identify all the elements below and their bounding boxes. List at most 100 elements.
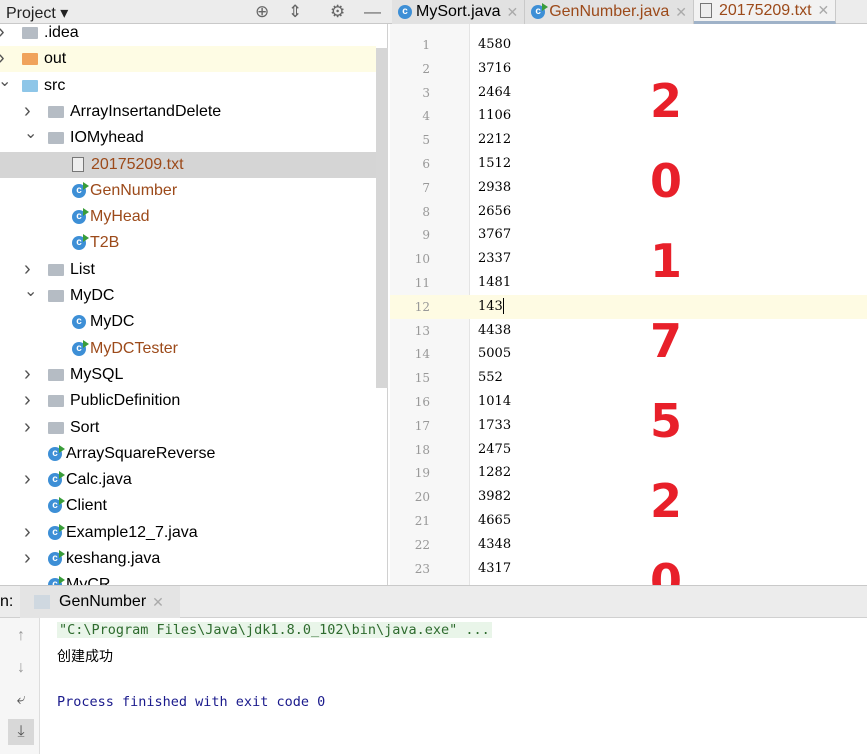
editor-line[interactable]: 7 2938	[390, 176, 867, 200]
editor[interactable]: 1 4580 2 3716 3 2464 4 1106 5 2212 6 1512 7 2938 8 2656…	[390, 24, 867, 585]
editor-line[interactable]: 14 5005	[390, 342, 867, 366]
up-arrow-icon[interactable]: ↑	[8, 623, 34, 649]
tree-item-label: Sort	[70, 418, 100, 436]
console-line: 创建成功	[57, 649, 113, 665]
chevron-right-icon[interactable]: ›	[24, 547, 31, 570]
tree-item[interactable]: c ArraySquareReverse	[0, 441, 376, 467]
line-number: 2	[422, 61, 430, 76]
tree-item-label: IOMyhead	[70, 129, 144, 147]
chevron-right-icon[interactable]: ›	[0, 24, 5, 44]
editor-line[interactable]: 16 1014	[390, 390, 867, 414]
tree-item[interactable]: c T2B	[0, 230, 376, 256]
overlay-digit: 5	[650, 394, 683, 448]
line-text: 4438	[478, 322, 512, 338]
tree-scrollbar[interactable]	[376, 48, 388, 388]
package-icon	[48, 132, 64, 145]
close-icon[interactable]: ✕	[152, 594, 164, 611]
editor-line[interactable]: 6 1512	[390, 152, 867, 176]
chevron-right-icon[interactable]: ›	[24, 521, 31, 544]
line-number: 22	[414, 537, 430, 552]
chevron-right-icon[interactable]: ›	[24, 468, 31, 491]
tree-item[interactable]: ⌄ IOMyhead	[0, 125, 376, 151]
line-number: 11	[414, 276, 430, 290]
chevron-right-icon[interactable]: ›	[24, 363, 31, 386]
soft-wrap-icon[interactable]: ⤶	[8, 687, 34, 713]
tree-item[interactable]: › c keshang.java	[0, 546, 376, 572]
tree-item[interactable]: › PublicDefinition	[0, 388, 376, 414]
hide-icon[interactable]: —	[364, 2, 381, 22]
tree-item[interactable]: c GenNumber	[0, 178, 376, 204]
chevron-right-icon[interactable]: ›	[24, 258, 31, 281]
editor-line[interactable]: 12 143	[390, 294, 867, 319]
chevron-right-icon[interactable]: ›	[0, 47, 5, 70]
tree-item[interactable]: c Client	[0, 493, 376, 519]
tab-gennumber-java[interactable]: c GenNumber.java ✕	[525, 0, 694, 24]
tree-item[interactable]: › .idea	[0, 24, 376, 46]
java-class-icon: c	[72, 339, 89, 356]
line-text: 3982	[478, 489, 512, 505]
tab-20175209-txt[interactable]: 20175209.txt ✕	[694, 0, 837, 24]
editor-line[interactable]: 21 4665	[390, 509, 867, 533]
editor-line[interactable]: 13 4438	[390, 319, 867, 343]
editor-line[interactable]: 11 1481	[390, 271, 867, 295]
close-icon[interactable]: ✕	[675, 4, 687, 21]
close-icon[interactable]: ✕	[506, 4, 518, 21]
tree-item[interactable]: c MyCR	[0, 572, 376, 585]
chevron-down-icon[interactable]: ⌄	[0, 71, 11, 91]
tree-item[interactable]: › List	[0, 257, 376, 283]
tab-label: MySort.java	[416, 3, 501, 20]
editor-line[interactable]: 19 1282	[390, 461, 867, 485]
line-number: 15	[414, 371, 430, 386]
tree-item[interactable]: ⌄ src	[0, 73, 376, 99]
tree-item-label: MyDCTester	[90, 339, 179, 357]
folder-icon	[22, 53, 38, 66]
editor-line[interactable]: 5 2212	[390, 128, 867, 152]
locate-icon[interactable]: ⊕	[255, 2, 269, 22]
line-number: 20	[414, 490, 430, 505]
tree-item[interactable]: › Sort	[0, 415, 376, 441]
gear-icon[interactable]: ⚙	[330, 2, 345, 22]
editor-line[interactable]: 15 552	[390, 366, 867, 390]
tree-item[interactable]: › c Calc.java	[0, 467, 376, 493]
chevron-right-icon[interactable]: ›	[24, 389, 31, 412]
editor-line[interactable]: 2 3716	[390, 57, 867, 81]
chevron-down-icon[interactable]: ⌄	[24, 281, 37, 301]
tree-item[interactable]: › out	[0, 46, 376, 73]
tree-item-label: T2B	[90, 234, 120, 252]
editor-line[interactable]: 10 2337	[390, 247, 867, 271]
editor-line[interactable]: 22 4348	[390, 533, 867, 557]
tree-item[interactable]: c MyDC	[0, 309, 376, 335]
tree-item[interactable]: ⌄ MyDC	[0, 283, 376, 309]
editor-line[interactable]: 3 2464	[390, 81, 867, 105]
editor-line[interactable]: 8 2656	[390, 200, 867, 224]
folder-icon	[22, 79, 38, 92]
editor-line[interactable]: 17 1733	[390, 414, 867, 438]
tree-item[interactable]: › MySQL	[0, 362, 376, 388]
tree-item[interactable]: › ArrayInsertandDelete	[0, 99, 376, 125]
scroll-to-end-icon[interactable]: ⤓	[8, 719, 34, 745]
line-number: 16	[414, 395, 430, 409]
editor-line[interactable]: 9 3767	[390, 223, 867, 247]
editor-line[interactable]: 20 3982	[390, 485, 867, 509]
down-arrow-icon[interactable]: ↓	[8, 655, 34, 681]
chevron-right-icon[interactable]: ›	[24, 100, 31, 123]
tree-item[interactable]: c MyDCTester	[0, 336, 376, 362]
collapse-all-icon[interactable]: ⇕	[288, 2, 302, 22]
editor-line[interactable]: 23 4317	[390, 557, 867, 581]
line-number: 18	[414, 442, 430, 457]
close-icon[interactable]: ✕	[818, 2, 830, 19]
tab-mysort-java[interactable]: c MySort.java ✕	[392, 0, 526, 24]
editor-line[interactable]: 18 2475	[390, 438, 867, 462]
line-text: 2656	[478, 203, 512, 219]
editor-line[interactable]: 1 4580	[390, 33, 867, 57]
tree-item[interactable]: 20175209.txt	[0, 151, 376, 178]
chevron-right-icon[interactable]: ›	[24, 416, 31, 439]
tree-item[interactable]: c MyHead	[0, 204, 376, 230]
editor-line[interactable]: 4 1106	[390, 104, 867, 128]
chevron-down-icon[interactable]: ⌄	[24, 123, 37, 143]
run-tab[interactable]: GenNumber ✕	[20, 586, 180, 618]
project-view-dropdown[interactable]: Project ▾	[6, 3, 68, 23]
tree-item-label: .idea	[44, 24, 79, 41]
line-number: 6	[422, 157, 430, 171]
tree-item[interactable]: › c Example12_7.java	[0, 520, 376, 546]
